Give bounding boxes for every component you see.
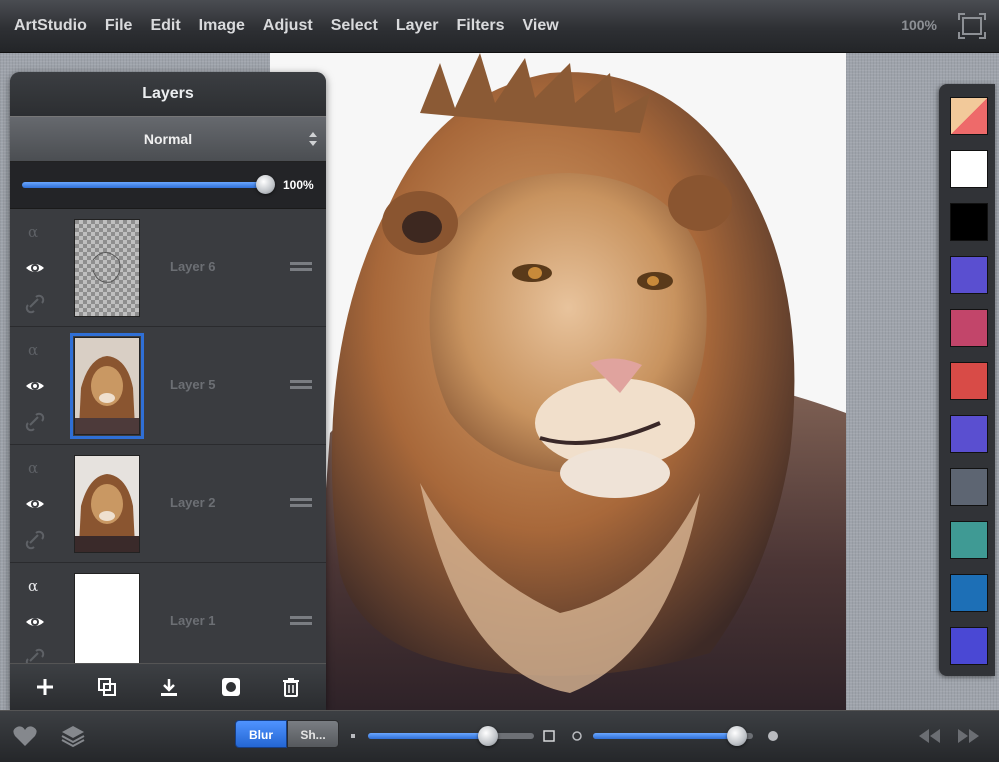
svg-text:α: α: [28, 459, 38, 477]
svg-text:α: α: [28, 577, 38, 595]
layer-thumbnail[interactable]: [74, 573, 140, 671]
brush-large-icon: [543, 730, 555, 742]
opacity-row: 100%: [10, 162, 326, 209]
layer-thumbnail[interactable]: [74, 455, 140, 553]
link-icon[interactable]: [24, 293, 46, 315]
link-icon[interactable]: [24, 411, 46, 433]
color-swatch[interactable]: [950, 521, 988, 559]
color-swatch[interactable]: [950, 468, 988, 506]
fullscreen-icon[interactable]: [957, 12, 987, 40]
drag-handle-icon[interactable]: [290, 497, 312, 509]
updown-arrows-icon: [309, 132, 317, 146]
color-swatch[interactable]: [950, 256, 988, 294]
duplicate-layer-icon[interactable]: [96, 676, 118, 698]
eye-icon[interactable]: [24, 257, 46, 279]
drag-handle-icon[interactable]: [290, 261, 312, 273]
color-swatch[interactable]: [950, 362, 988, 400]
eye-icon[interactable]: [24, 375, 46, 397]
opacity-slider-fill: [22, 182, 266, 188]
layers-panel: Layers Normal 100% α Layer 6 α Layer 5 α…: [10, 72, 326, 710]
color-swatch[interactable]: [950, 150, 988, 188]
size-slider[interactable]: [368, 726, 534, 746]
current-color-swatch[interactable]: [950, 97, 988, 135]
layer-thumbnail[interactable]: [74, 219, 140, 317]
menu-image[interactable]: Image: [199, 17, 245, 35]
layers-icon[interactable]: [60, 723, 86, 749]
drag-handle-icon[interactable]: [290, 615, 312, 627]
color-swatch[interactable]: [950, 574, 988, 612]
layer-row[interactable]: α Layer 6: [10, 209, 326, 327]
opacity-value: 100%: [283, 178, 314, 192]
menu-view[interactable]: View: [523, 17, 559, 35]
trash-icon[interactable]: [280, 676, 302, 698]
blur-tool-button[interactable]: Blur: [235, 720, 287, 748]
menu-select[interactable]: Select: [331, 17, 378, 35]
lion-painting: [270, 53, 846, 710]
menu-filters[interactable]: Filters: [457, 17, 505, 35]
layer-name: Layer 2: [170, 495, 216, 510]
color-swatch[interactable]: [950, 627, 988, 665]
drawing-canvas[interactable]: [270, 53, 846, 710]
menu-adjust[interactable]: Adjust: [263, 17, 313, 35]
bottom-toolbar: Blur Sh...: [0, 710, 999, 762]
zoom-level[interactable]: 100%: [901, 17, 937, 33]
alpha-lock-icon[interactable]: α: [24, 457, 46, 479]
alpha-lock-icon[interactable]: α: [24, 575, 46, 597]
layers-panel-title: Layers: [10, 72, 326, 116]
strength-slider[interactable]: [593, 726, 753, 746]
sharpen-tool-button[interactable]: Sh...: [287, 720, 339, 748]
menu-file[interactable]: File: [105, 17, 133, 35]
layer-row[interactable]: α Layer 2: [10, 445, 326, 563]
color-swatch[interactable]: [950, 309, 988, 347]
opacity-high-icon: [768, 731, 778, 741]
alpha-lock-icon[interactable]: α: [24, 339, 46, 361]
opacity-low-icon: [572, 731, 582, 741]
opacity-slider[interactable]: [22, 182, 266, 188]
menu-bar: ArtStudio File Edit Image Adjust Select …: [0, 0, 999, 53]
layer-thumbnail[interactable]: [70, 333, 144, 439]
merge-down-icon[interactable]: [158, 676, 180, 698]
size-slider-fill: [368, 733, 488, 739]
rewind-icon[interactable]: [916, 723, 942, 749]
color-palette: [939, 84, 995, 676]
layer-name: Layer 1: [170, 613, 216, 628]
eye-icon[interactable]: [24, 493, 46, 515]
eye-icon[interactable]: [24, 611, 46, 633]
blend-mode-select[interactable]: Normal: [10, 116, 326, 162]
svg-text:α: α: [28, 341, 38, 359]
opacity-slider-knob[interactable]: [256, 175, 275, 194]
menu-edit[interactable]: Edit: [150, 17, 180, 35]
forward-icon[interactable]: [956, 723, 982, 749]
menu-layer[interactable]: Layer: [396, 17, 439, 35]
color-swatch[interactable]: [950, 203, 988, 241]
layer-name: Layer 6: [170, 259, 216, 274]
size-slider-knob[interactable]: [477, 726, 498, 746]
layer-name: Layer 5: [170, 377, 216, 392]
layer-row[interactable]: α Layer 5: [10, 327, 326, 445]
heart-icon[interactable]: [12, 723, 38, 749]
svg-text:α: α: [28, 223, 38, 241]
strength-slider-knob[interactable]: [727, 726, 747, 746]
mask-icon[interactable]: [220, 676, 242, 698]
add-layer-icon[interactable]: [34, 676, 56, 698]
layers-toolbar: [10, 663, 326, 710]
link-icon[interactable]: [24, 529, 46, 551]
strength-slider-fill: [593, 733, 737, 739]
alpha-lock-icon[interactable]: α: [24, 221, 46, 243]
color-swatch[interactable]: [950, 415, 988, 453]
drag-handle-icon[interactable]: [290, 379, 312, 391]
brush-small-icon: [351, 734, 355, 738]
blend-mode-value: Normal: [143, 131, 193, 147]
app-name[interactable]: ArtStudio: [14, 17, 87, 35]
